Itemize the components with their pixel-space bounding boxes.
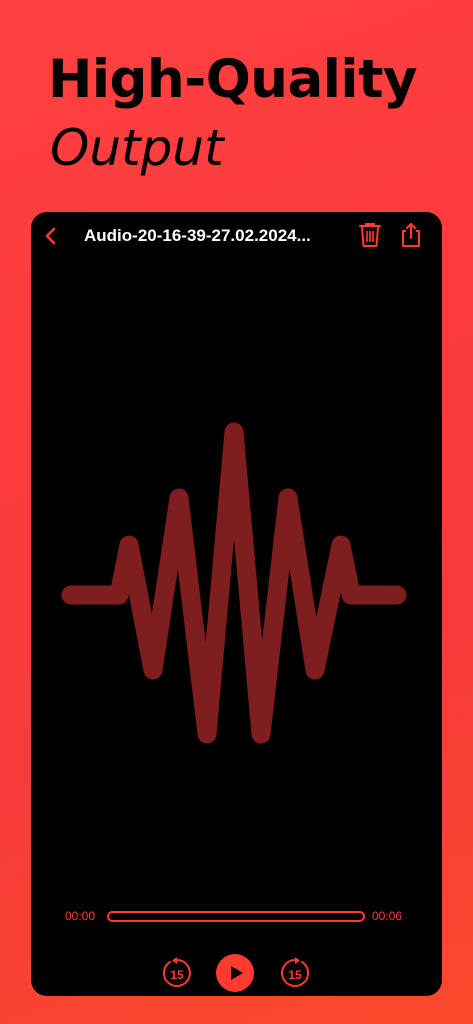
top-bar: Audio-20-16-39-27.02.2024...: [31, 212, 442, 260]
share-button[interactable]: [398, 221, 424, 249]
skip-forward-label: 15: [288, 968, 302, 982]
recording-title: Audio-20-16-39-27.02.2024...: [84, 226, 311, 245]
delete-button[interactable]: [357, 221, 383, 249]
play-icon: [216, 954, 254, 992]
promo-headline: High-Quality: [48, 49, 417, 110]
trash-icon: [359, 223, 381, 247]
play-button[interactable]: [216, 954, 254, 992]
current-time: 00:00: [65, 909, 96, 923]
waveform-graphic: [61, 422, 407, 744]
rewind-15-icon: 15: [162, 957, 191, 987]
share-icon: [402, 223, 420, 247]
skip-forward-button[interactable]: 15: [278, 956, 312, 990]
skip-back-label: 15: [170, 968, 184, 982]
chevron-left-icon: [45, 227, 56, 245]
skip-back-button[interactable]: 15: [160, 956, 194, 990]
forward-15-icon: 15: [281, 957, 310, 987]
promo-subhead: Output: [50, 119, 224, 177]
back-button[interactable]: [39, 224, 63, 248]
player-screen: Audio-20-16-39-27.02.2024... 00:00 00:06: [31, 212, 442, 996]
progress-bar[interactable]: [107, 911, 365, 922]
total-time: 00:06: [372, 909, 403, 923]
